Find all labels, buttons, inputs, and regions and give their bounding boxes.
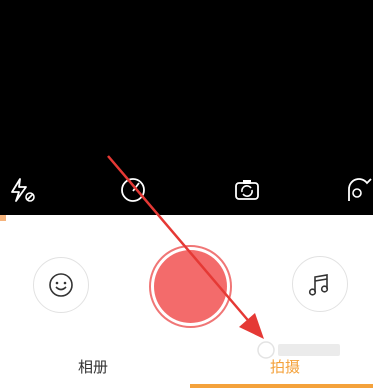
sticker-button[interactable] (33, 257, 89, 313)
active-tab-indicator (190, 384, 373, 388)
music-button[interactable] (292, 256, 348, 312)
tab-album[interactable]: 相册 (78, 356, 108, 377)
music-note-icon (308, 274, 329, 296)
beauty-icon[interactable] (343, 175, 373, 205)
panel-accent (0, 215, 6, 221)
speed-icon[interactable] (119, 175, 149, 205)
shutter-button[interactable] (154, 250, 227, 323)
flip-camera-icon[interactable] (232, 175, 262, 205)
flash-off-icon[interactable] (7, 175, 37, 205)
smiley-face-icon (49, 273, 73, 297)
camera-viewfinder (0, 0, 373, 215)
tab-shoot[interactable]: 拍摄 (270, 356, 300, 377)
